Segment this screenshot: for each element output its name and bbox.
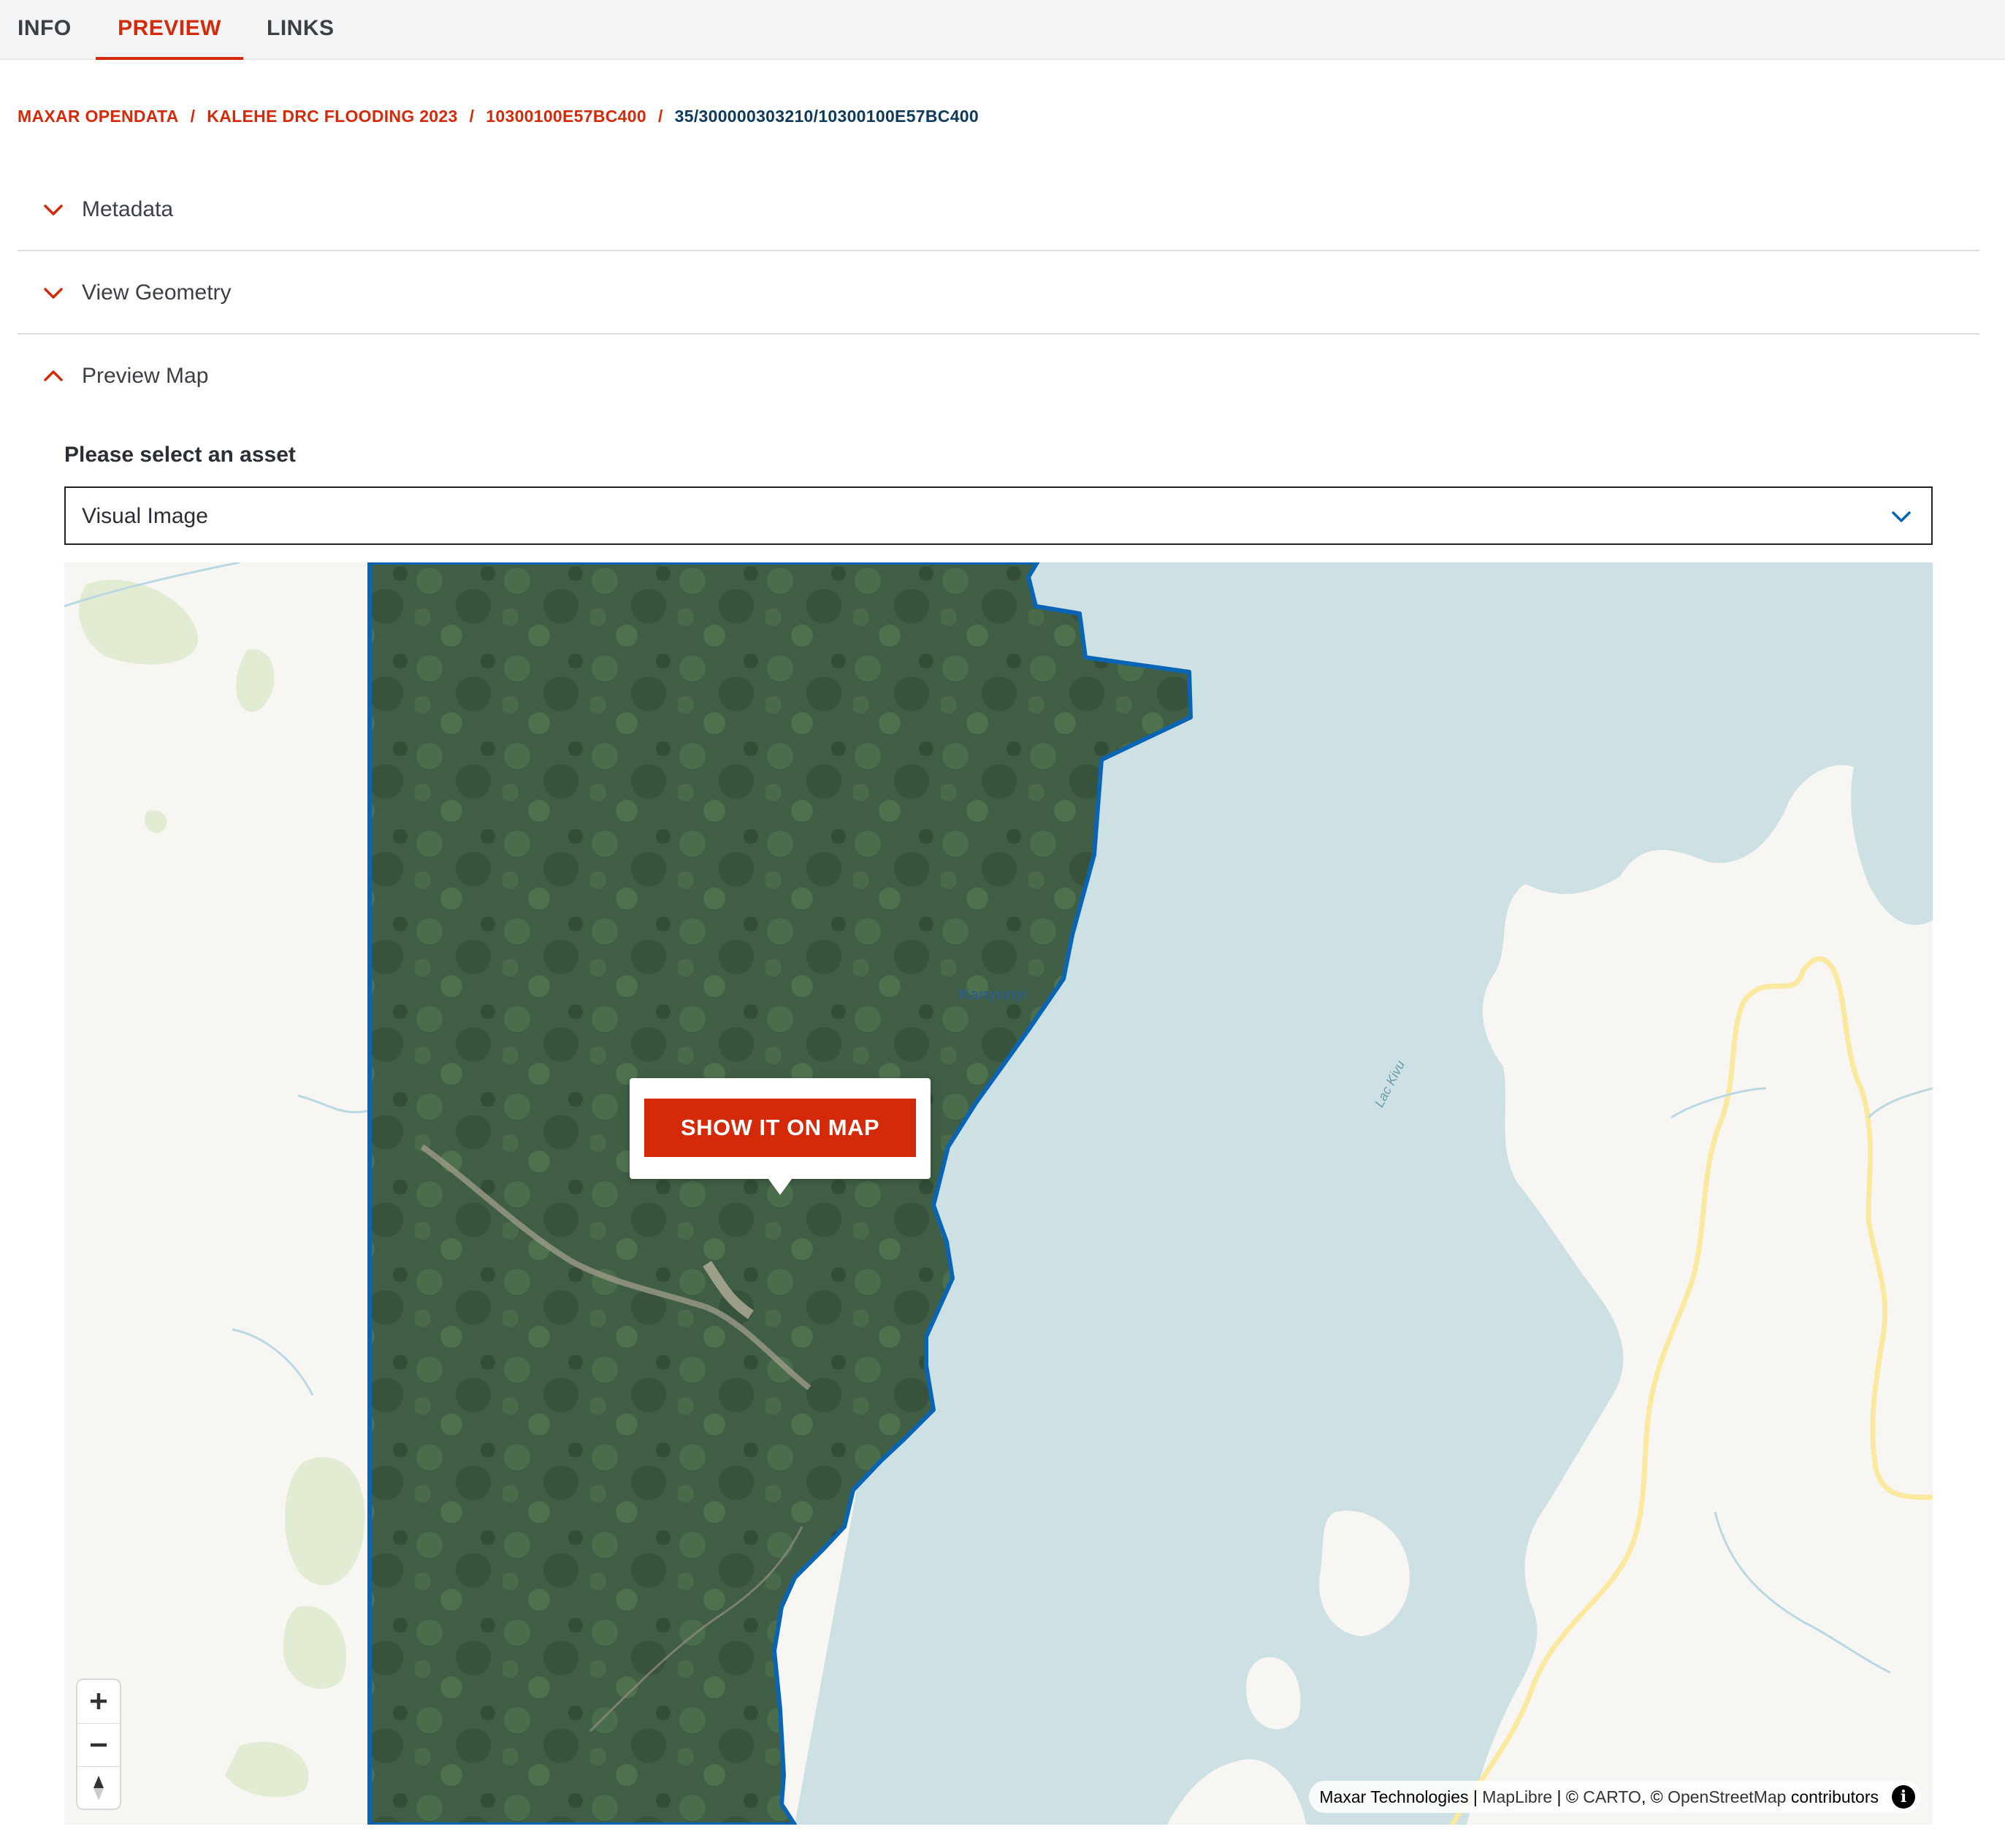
asset-select-label: Please select an asset bbox=[64, 443, 296, 467]
show-on-map-button[interactable]: SHOW IT ON MAP bbox=[644, 1099, 916, 1157]
breadcrumb-separator: / bbox=[469, 107, 475, 126]
attribution-maxar[interactable]: Maxar Technologies bbox=[1319, 1787, 1468, 1806]
chevron-down-icon bbox=[1892, 511, 1911, 522]
attribution-carto-link[interactable]: CARTO bbox=[1583, 1787, 1641, 1806]
breadcrumb-item-item-id[interactable]: 10300100E57BC400 bbox=[486, 107, 646, 126]
attribution-osm-link[interactable]: OpenStreetMap bbox=[1668, 1787, 1786, 1806]
breadcrumb-separator: / bbox=[190, 107, 196, 126]
breadcrumb-item-current: 35/300000303210/10300100E57BC400 bbox=[674, 107, 979, 126]
accordion-preview-map[interactable]: Preview Map bbox=[18, 335, 1979, 418]
attribution-separator: , © bbox=[1641, 1787, 1668, 1806]
map-canvas[interactable] bbox=[64, 562, 1933, 1825]
plus-icon bbox=[91, 1693, 107, 1709]
chevron-down-icon bbox=[44, 288, 63, 299]
accordion-metadata[interactable]: Metadata bbox=[18, 168, 1979, 251]
attribution-contributors: contributors bbox=[1786, 1787, 1879, 1806]
map-popup: SHOW IT ON MAP bbox=[630, 1078, 931, 1195]
zoom-out-button[interactable] bbox=[77, 1723, 120, 1765]
map-navigation-control bbox=[77, 1680, 120, 1809]
compass-button[interactable] bbox=[77, 1766, 120, 1809]
accordion-label: Metadata bbox=[82, 197, 174, 221]
asset-select[interactable]: Visual Image bbox=[64, 486, 1933, 545]
map-attribution: Maxar Technologies | MapLibre | © CARTO,… bbox=[1309, 1781, 1921, 1813]
minus-icon bbox=[91, 1743, 107, 1747]
tab-info[interactable]: INFO bbox=[18, 0, 72, 60]
chevron-down-icon bbox=[44, 205, 63, 215]
accordion-view-geometry[interactable]: View Geometry bbox=[18, 251, 1979, 335]
breadcrumb: MAXAR OPENDATA / KALEHE DRC FLOODING 2023 /… bbox=[18, 107, 979, 126]
accordion-label: View Geometry bbox=[82, 280, 232, 305]
compass-icon bbox=[93, 1776, 104, 1801]
breadcrumb-item-collection[interactable]: KALEHE DRC FLOODING 2023 bbox=[207, 107, 457, 126]
attribution-maplibre-link[interactable]: MapLibre bbox=[1482, 1787, 1552, 1806]
attribution-separator: | © bbox=[1552, 1787, 1584, 1806]
zoom-in-button[interactable] bbox=[77, 1680, 120, 1722]
map-place-label: Kanyunyi bbox=[959, 986, 1028, 1003]
preview-map[interactable]: Kanyunyi Lac Kivu SHOW IT ON MAP Maxar T… bbox=[64, 562, 1933, 1825]
chevron-up-icon bbox=[44, 370, 63, 381]
info-icon[interactable]: i bbox=[1892, 1785, 1915, 1809]
tab-preview[interactable]: PREVIEW bbox=[96, 0, 243, 60]
breadcrumb-item-maxar-opendata[interactable]: MAXAR OPENDATA bbox=[18, 107, 179, 126]
breadcrumb-separator: / bbox=[657, 107, 663, 126]
accordion-label: Preview Map bbox=[82, 364, 209, 388]
tab-links[interactable]: LINKS bbox=[267, 0, 335, 60]
attribution-separator: | bbox=[1468, 1787, 1483, 1806]
asset-select-value: Visual Image bbox=[82, 504, 208, 528]
tab-bar: INFO PREVIEW LINKS bbox=[0, 0, 2005, 60]
